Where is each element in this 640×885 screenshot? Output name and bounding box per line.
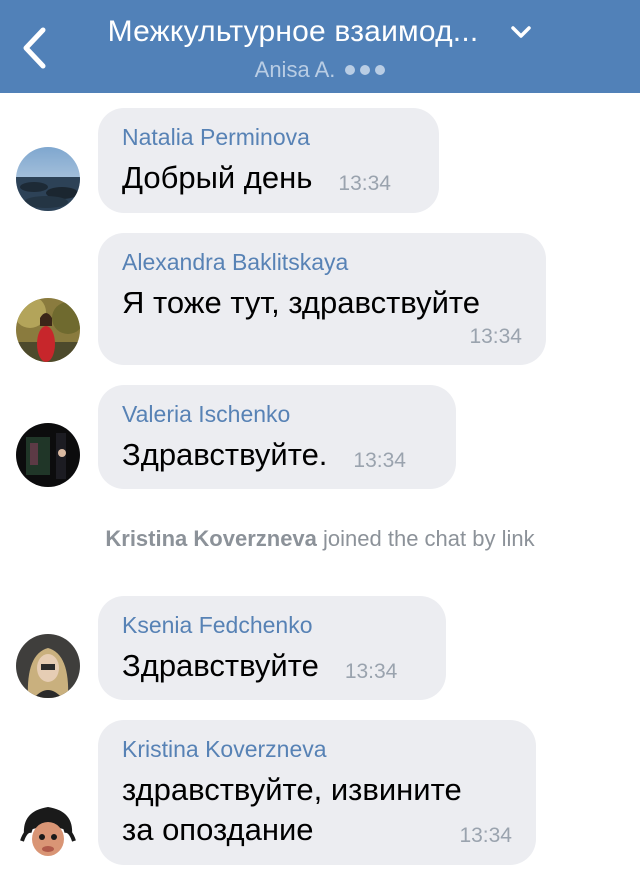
sender-name[interactable]: Kristina Koverzneva xyxy=(122,734,512,764)
chat-header: Межкультурное взаимод... Anisa A. xyxy=(0,0,640,93)
message-text: Здравствуйте xyxy=(122,648,319,683)
sender-name[interactable]: Ksenia Fedchenko xyxy=(122,610,422,640)
message-bubble[interactable]: Alexandra Baklitskaya Я тоже тут, здравс… xyxy=(98,233,546,365)
message-text-line-2: за опоздание xyxy=(122,812,314,847)
message-time: 13:34 xyxy=(344,660,398,683)
chat-title-area[interactable]: Межкультурное взаимод... Anisa A. xyxy=(60,10,580,86)
typing-user: Anisa A. xyxy=(254,57,336,82)
message-list[interactable]: Natalia Perminova Добрый день 13:34 Alex… xyxy=(0,93,640,885)
message-text: Здравствуйте. xyxy=(122,437,328,472)
message-text-line-1: здравствуйте, извините xyxy=(122,772,462,807)
message-time: 13:34 xyxy=(353,449,406,472)
message-bubble[interactable]: Natalia Perminova Добрый день 13:34 xyxy=(98,108,439,213)
sender-name[interactable]: Natalia Perminova xyxy=(122,122,415,152)
message-bubble[interactable]: Valeria Ischenko Здравствуйте. 13:34 xyxy=(98,385,456,489)
avatar[interactable] xyxy=(16,797,80,861)
message-bubble[interactable]: Ksenia Fedchenko Здравствуйте 13:34 xyxy=(98,596,446,700)
message-time: 13:34 xyxy=(469,325,522,348)
message-bubble[interactable]: Kristina Koverzneva здравствуйте, извини… xyxy=(98,720,536,865)
chevron-left-icon xyxy=(23,27,46,69)
typing-indicator-icon xyxy=(345,65,386,75)
message-text: Я тоже тут, здравствуйте xyxy=(122,285,480,320)
chevron-down-icon[interactable] xyxy=(510,25,532,39)
avatar[interactable] xyxy=(16,423,80,487)
message-text: Добрый день xyxy=(122,160,313,195)
service-message: Kristina Koverzneva joined the chat by l… xyxy=(0,526,640,552)
service-user-name[interactable]: Kristina Koverzneva xyxy=(105,526,317,551)
avatar[interactable] xyxy=(16,298,80,362)
sender-name[interactable]: Alexandra Baklitskaya xyxy=(122,247,522,277)
message-time: 13:34 xyxy=(459,824,512,847)
back-button[interactable] xyxy=(14,26,54,70)
service-action: joined the chat by link xyxy=(323,526,535,551)
message-time: 13:34 xyxy=(338,172,391,195)
avatar[interactable] xyxy=(16,147,80,211)
chat-title: Межкультурное взаимод... xyxy=(107,15,479,48)
avatar[interactable] xyxy=(16,634,80,698)
sender-name[interactable]: Valeria Ischenko xyxy=(122,399,432,429)
